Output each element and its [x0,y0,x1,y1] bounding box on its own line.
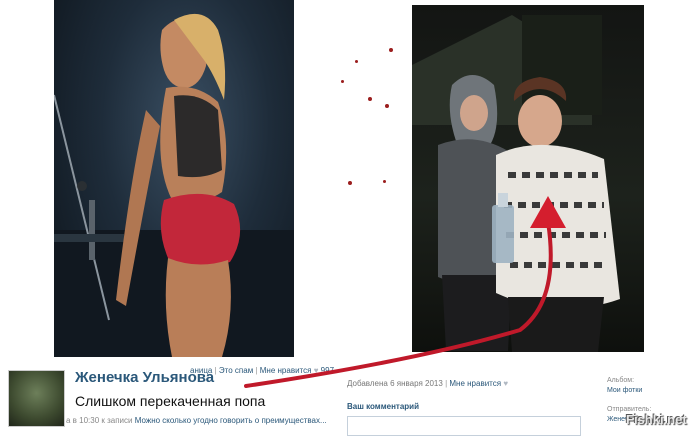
red-arrow-icon [244,196,566,388]
